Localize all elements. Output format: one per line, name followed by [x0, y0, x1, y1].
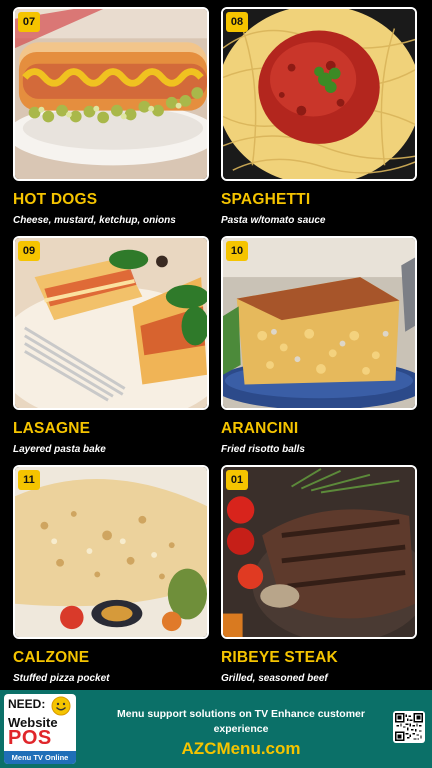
item-number-badge: 08	[226, 12, 248, 32]
item-name: RIBEYE STEAK	[221, 649, 338, 666]
logo-pos-label: POS	[8, 727, 52, 749]
footer-tagline: Menu support solutions on TV Enhance cus…	[117, 708, 365, 735]
item-name: HOT DOGS	[13, 191, 98, 208]
logo-need-label: NEED:	[8, 697, 46, 711]
item-name: ARANCINI	[221, 420, 299, 437]
item-description: Layered pasta bake	[13, 444, 106, 455]
spaghetti-photo: 08	[221, 7, 417, 181]
lasagne-photo: 09	[13, 236, 209, 410]
item-description: Stuffed pizza pocket	[13, 673, 110, 684]
arancini-photo: 10	[221, 236, 417, 410]
ribeye-steak-photo: 01	[221, 465, 417, 639]
menu-item-lasagne[interactable]: 09 LASAGNE Layered pasta bake	[13, 236, 209, 455]
item-number-badge: 01	[226, 470, 248, 490]
menu-item-arancini[interactable]: 10 ARANCINI Fried risotto balls	[221, 236, 417, 455]
qr-code-icon[interactable]	[393, 711, 425, 743]
menu-board: 07 HOT DOGS Cheese, mustard, ketchup, on…	[0, 0, 432, 690]
item-description: Cheese, mustard, ketchup, onions	[13, 215, 176, 226]
item-number-badge: 07	[18, 12, 40, 32]
menu-item-hot-dogs[interactable]: 07 HOT DOGS Cheese, mustard, ketchup, on…	[13, 7, 209, 226]
item-name: SPAGHETTI	[221, 191, 311, 208]
item-description: Fried risotto balls	[221, 444, 305, 455]
item-number-badge: 11	[18, 470, 40, 490]
azc-menu-logo[interactable]: NEED: Website POS Menu TV Online	[4, 694, 76, 764]
menu-item-spaghetti[interactable]: 08 SPAGHETTI Pasta w/tomato sauce	[221, 7, 417, 226]
item-number-badge: 10	[226, 241, 248, 261]
item-number-badge: 09	[18, 241, 40, 261]
menu-item-ribeye-steak[interactable]: 01 RIBEYE STEAK Grilled, seasoned beef	[221, 465, 417, 684]
item-name: LASAGNE	[13, 420, 91, 437]
hot-dogs-photo: 07	[13, 7, 209, 181]
footer-banner: NEED: Website POS Menu TV Online Menu su…	[0, 690, 432, 768]
calzone-photo: 11	[13, 465, 209, 639]
logo-sub-label: Menu TV Online	[4, 751, 76, 764]
item-description: Pasta w/tomato sauce	[221, 215, 326, 226]
item-description: Grilled, seasoned beef	[221, 673, 328, 684]
footer-website-link[interactable]: AZCMenu.com	[98, 739, 384, 759]
menu-item-calzone[interactable]: 11 CALZONE Stuffed pizza pocket	[13, 465, 209, 684]
item-name: CALZONE	[13, 649, 90, 666]
smile-emoji-icon	[51, 696, 71, 716]
